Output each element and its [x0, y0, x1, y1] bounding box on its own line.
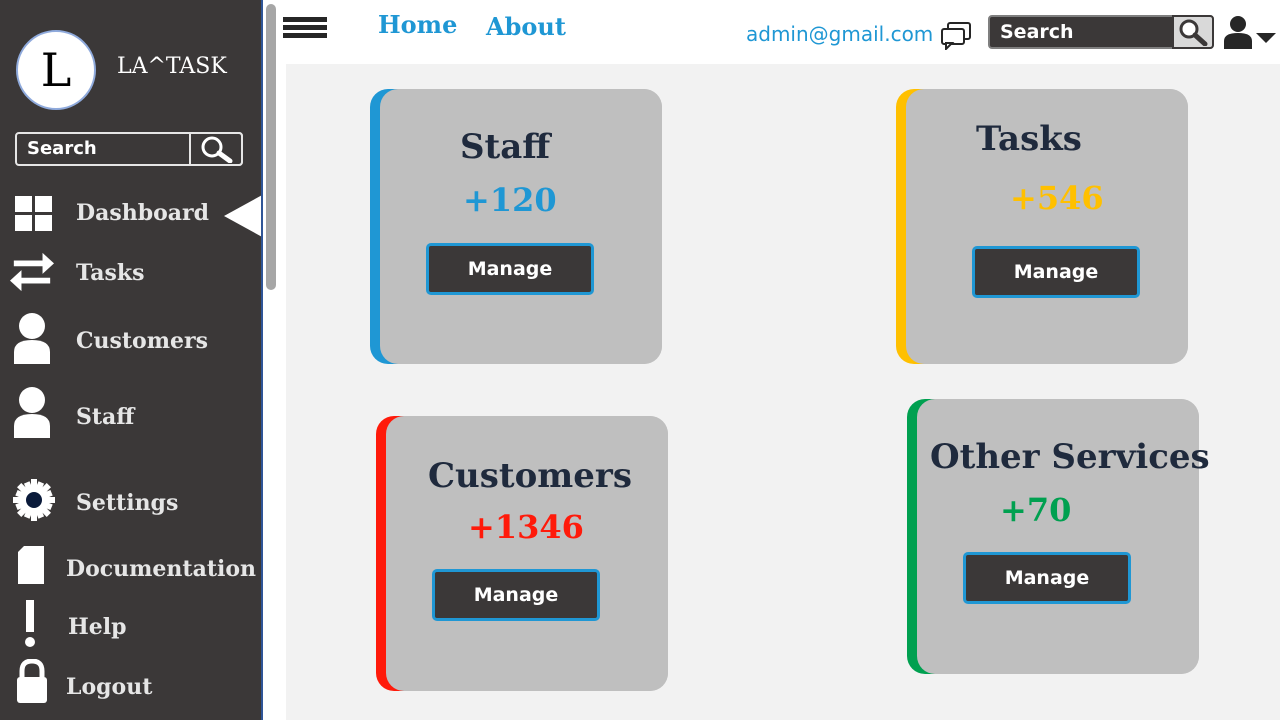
lock-icon	[10, 659, 54, 704]
logo-letter: L	[40, 43, 72, 97]
sidebar-item-label: Logout	[66, 674, 153, 700]
swap-arrows-icon	[10, 250, 54, 294]
sidebar-border	[261, 0, 263, 720]
user-email: admin@gmail.com	[746, 22, 934, 46]
person-icon	[10, 313, 54, 364]
sidebar-search-button[interactable]	[189, 132, 243, 166]
gear-icon	[12, 478, 56, 522]
sidebar-item-settings[interactable]: Settings	[0, 478, 262, 528]
manage-staff-button[interactable]: Manage	[426, 243, 594, 295]
card-body: Other Services +70 Manage	[917, 399, 1210, 674]
search-icon	[1179, 19, 1208, 46]
card-count: +546	[1010, 179, 1104, 217]
person-icon	[10, 387, 54, 438]
card-title: Customers	[428, 456, 632, 496]
sidebar-item-help[interactable]: Help	[0, 600, 262, 652]
top-search-input[interactable]: Search	[1000, 21, 1074, 43]
manage-customers-button[interactable]: Manage	[432, 569, 600, 621]
card-customers: Customers +1346 Manage	[376, 416, 668, 691]
sidebar-item-tasks[interactable]: Tasks	[0, 250, 262, 300]
sidebar-item-dashboard[interactable]: Dashboard	[0, 190, 262, 240]
chat-icon[interactable]	[940, 22, 972, 50]
card-staff: Staff +120 Manage	[370, 89, 662, 364]
card-count: +120	[463, 181, 557, 219]
sidebar-search-input[interactable]: Search	[27, 138, 97, 159]
top-search-button[interactable]	[1172, 15, 1214, 49]
top-search[interactable]: Search	[988, 15, 1214, 49]
sidebar-item-staff[interactable]: Staff	[0, 387, 262, 440]
card-title: Other Services	[930, 437, 1210, 477]
nav-link-about[interactable]: About	[486, 12, 566, 41]
card-title: Staff	[460, 127, 551, 167]
sidebar-item-logout[interactable]: Logout	[0, 659, 262, 710]
sidebar-item-label: Customers	[76, 328, 208, 354]
active-indicator	[224, 194, 264, 238]
sidebar-item-label: Settings	[76, 490, 179, 516]
card-count: +70	[1000, 491, 1072, 529]
sidebar-search[interactable]: Search	[15, 132, 243, 166]
sidebar: L LA^TASK Search Dashboard Tasks Custome…	[0, 0, 264, 720]
grid-icon	[12, 192, 56, 236]
card-body: Customers +1346 Manage	[386, 416, 668, 691]
sidebar-item-documentation[interactable]: Documentation	[0, 544, 262, 594]
sidebar-item-label: Documentation	[66, 556, 257, 582]
search-icon	[201, 136, 233, 163]
card-count: +1346	[468, 508, 584, 546]
sidebar-item-label: Help	[68, 614, 127, 640]
scrollbar[interactable]	[266, 4, 276, 290]
manage-other-services-button[interactable]: Manage	[963, 552, 1131, 604]
document-icon	[10, 544, 54, 588]
card-other-services: Other Services +70 Manage	[907, 399, 1210, 674]
sidebar-item-label: Tasks	[76, 260, 145, 286]
card-body: Staff +120 Manage	[380, 89, 662, 364]
card-title: Tasks	[976, 119, 1082, 159]
sidebar-item-customers[interactable]: Customers	[0, 313, 262, 364]
sidebar-item-label: Dashboard	[76, 200, 209, 226]
user-menu-icon[interactable]	[1224, 15, 1276, 49]
exclamation-icon	[8, 600, 52, 647]
sidebar-item-label: Staff	[76, 404, 135, 430]
brand-name: LA^TASK	[117, 54, 227, 79]
card-tasks: Tasks +546 Manage	[896, 89, 1188, 364]
card-body: Tasks +546 Manage	[906, 89, 1188, 364]
hamburger-menu-icon[interactable]	[283, 17, 327, 45]
logo: L	[16, 30, 96, 110]
manage-tasks-button[interactable]: Manage	[972, 246, 1140, 298]
nav-link-home[interactable]: Home	[378, 10, 457, 39]
